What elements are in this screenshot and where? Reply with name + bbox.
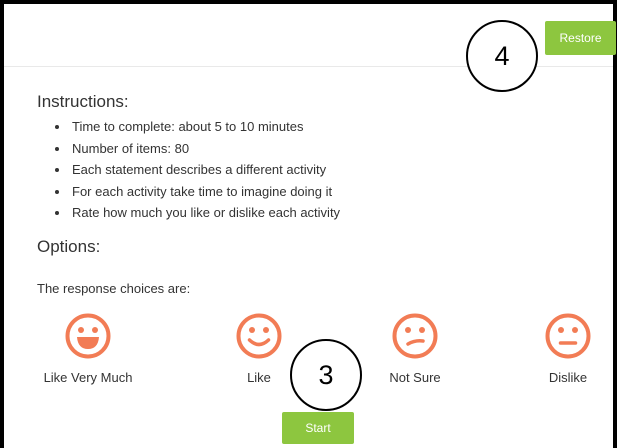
smile-icon: [236, 313, 282, 359]
restore-button[interactable]: Restore: [545, 21, 616, 55]
neutral-face-icon: [545, 313, 591, 359]
choice-label: Dislike: [548, 370, 588, 385]
unsure-face-icon: [392, 313, 438, 359]
choice-not-sure: Not Sure: [365, 313, 465, 385]
big-smile-icon: [65, 313, 111, 359]
response-choices-label: The response choices are:: [37, 281, 191, 296]
list-item: Rate how much you like or dislike each a…: [70, 202, 590, 224]
choice-like-very-much: Like Very Much: [38, 313, 138, 385]
choice-label: Like: [247, 370, 271, 385]
options-heading: Options:: [37, 237, 101, 256]
annotation-marker-3: 3: [290, 339, 362, 411]
annotation-marker-4: 4: [466, 20, 538, 92]
list-item: For each activity take time to imagine d…: [70, 181, 590, 203]
instructions-list: Time to complete: about 5 to 10 minutes …: [37, 116, 590, 224]
start-button[interactable]: Start: [282, 412, 354, 444]
choice-label: Not Sure: [389, 370, 441, 385]
list-item: Number of items: 80: [70, 138, 590, 160]
list-item: Each statement describes a different act…: [70, 159, 590, 181]
instructions-heading: Instructions:: [37, 92, 129, 111]
choice-label: Like Very Much: [43, 370, 133, 385]
list-item: Time to complete: about 5 to 10 minutes: [70, 116, 590, 138]
choice-dislike: Dislike: [518, 313, 618, 385]
